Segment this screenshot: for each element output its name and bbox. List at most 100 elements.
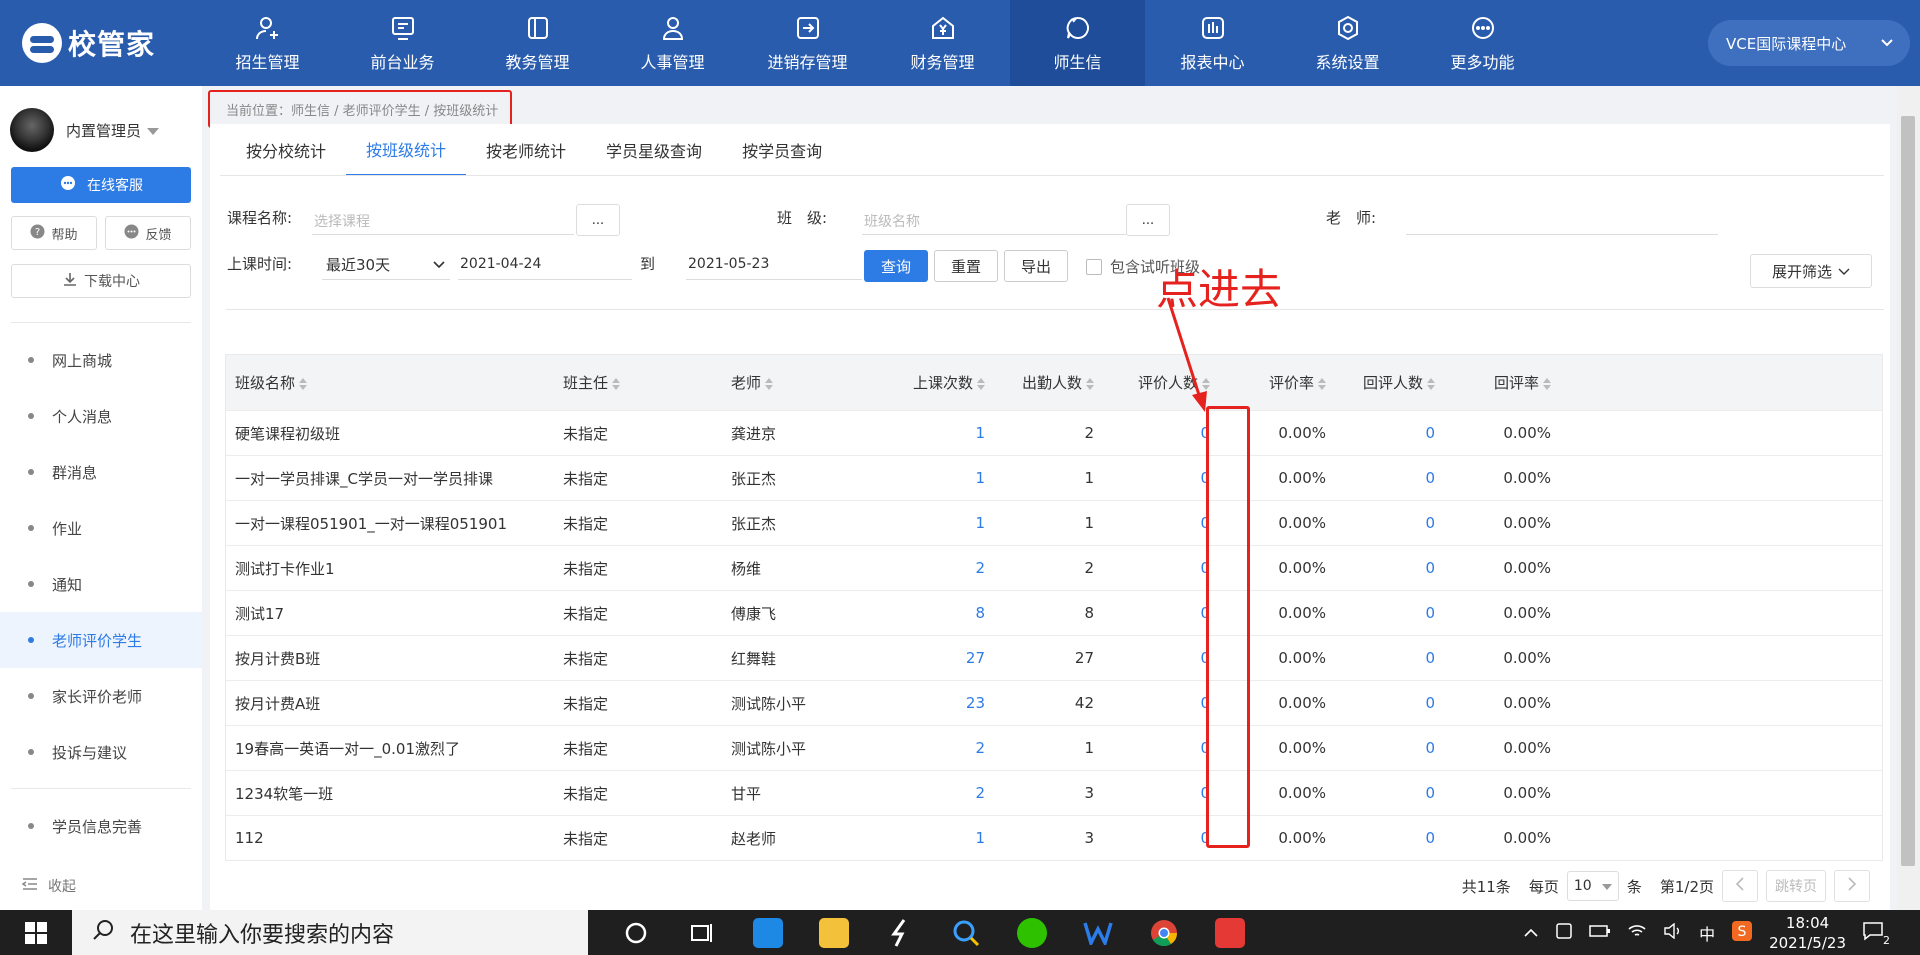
- course-picker-button[interactable]: ...: [576, 204, 620, 236]
- table-cell[interactable]: 1: [871, 469, 985, 487]
- reset-button[interactable]: 重置: [934, 250, 998, 282]
- battery-icon[interactable]: [1589, 923, 1611, 942]
- table-cell[interactable]: 0: [1326, 694, 1435, 712]
- date-to-input[interactable]: 2021-05-23: [686, 250, 862, 280]
- page-scrollbar[interactable]: [1897, 86, 1920, 910]
- table-cell[interactable]: 0: [1094, 694, 1210, 712]
- sidebar-item-complaints[interactable]: 投诉与建议: [0, 724, 202, 780]
- time-range-select[interactable]: 最近30天: [322, 250, 450, 280]
- mail-app-icon[interactable]: [744, 910, 792, 955]
- sidebar-item-group-messages[interactable]: 群消息: [0, 444, 202, 500]
- table-cell[interactable]: 2: [871, 784, 985, 802]
- table-cell[interactable]: 0: [1094, 604, 1210, 622]
- nav-item-inventory[interactable]: 进销存管理: [740, 0, 875, 86]
- page-size-select[interactable]: 10: [1566, 871, 1619, 901]
- collapse-sidebar-button[interactable]: 收起: [21, 876, 76, 896]
- prev-page-button[interactable]: [1722, 870, 1758, 902]
- chrome-icon[interactable]: [1140, 910, 1188, 955]
- nav-item-more[interactable]: 更多功能: [1415, 0, 1550, 86]
- nav-item-finance[interactable]: 财务管理: [875, 0, 1010, 86]
- table-cell[interactable]: 0: [1094, 424, 1210, 442]
- table-cell[interactable]: 0: [1326, 514, 1435, 532]
- teacher-input[interactable]: [1406, 205, 1718, 235]
- sidebar-item-mall[interactable]: 网上商城: [0, 332, 202, 388]
- help-button[interactable]: ? 帮助: [11, 216, 97, 250]
- tray-app-icon[interactable]: [1555, 922, 1573, 944]
- header-class-name[interactable]: 班级名称: [226, 372, 563, 393]
- table-cell[interactable]: 0: [1094, 514, 1210, 532]
- wechat-icon[interactable]: [1008, 910, 1056, 955]
- tab-by-student[interactable]: 按学员查询: [722, 124, 842, 176]
- table-cell[interactable]: 0: [1326, 649, 1435, 667]
- sidebar-item-personal-messages[interactable]: 个人消息: [0, 388, 202, 444]
- file-explorer-icon[interactable]: [810, 910, 858, 955]
- header-evaluation-rate[interactable]: 评价率: [1210, 372, 1326, 393]
- table-cell[interactable]: 1: [871, 829, 985, 847]
- table-cell[interactable]: 0: [1326, 604, 1435, 622]
- nav-item-hr[interactable]: 人事管理: [605, 0, 740, 86]
- sidebar-item-student-info[interactable]: 学员信息完善: [0, 798, 202, 854]
- table-cell[interactable]: 0: [1094, 784, 1210, 802]
- nav-item-reports[interactable]: 报表中心: [1145, 0, 1280, 86]
- wps-office-icon[interactable]: [1206, 910, 1254, 955]
- checkbox-box[interactable]: [1086, 258, 1102, 275]
- table-cell[interactable]: 2: [871, 559, 985, 577]
- notification-center-icon[interactable]: 2: [1862, 921, 1890, 947]
- taskbar-search-input[interactable]: 在这里输入你要搜索的内容: [72, 910, 588, 955]
- table-cell[interactable]: 0: [1326, 559, 1435, 577]
- app-s-icon[interactable]: [876, 910, 924, 955]
- table-cell[interactable]: 0: [1326, 829, 1435, 847]
- table-cell[interactable]: 27: [871, 649, 985, 667]
- header-lesson-count[interactable]: 上课次数: [871, 372, 985, 393]
- table-cell[interactable]: 0: [1326, 469, 1435, 487]
- scrollbar-thumb[interactable]: [1901, 116, 1915, 866]
- header-head-teacher[interactable]: 班主任: [563, 372, 731, 393]
- table-cell[interactable]: 23: [871, 694, 985, 712]
- table-cell[interactable]: 8: [871, 604, 985, 622]
- class-picker-button[interactable]: ...: [1126, 204, 1170, 236]
- header-attendance[interactable]: 出勤人数: [985, 372, 1094, 393]
- table-cell[interactable]: 0: [1326, 424, 1435, 442]
- table-cell[interactable]: 0: [1094, 829, 1210, 847]
- sidebar-item-notices[interactable]: 通知: [0, 556, 202, 612]
- sidebar-item-teacher-evaluates-student[interactable]: 老师评价学生: [0, 612, 202, 668]
- sidebar-item-parent-evaluates-teacher[interactable]: 家长评价老师: [0, 668, 202, 724]
- user-menu[interactable]: 内置管理员: [10, 108, 160, 152]
- app-logo[interactable]: 校管家: [22, 22, 155, 64]
- task-view-icon[interactable]: [678, 910, 726, 955]
- tab-by-campus[interactable]: 按分校统计: [226, 124, 346, 176]
- jump-page-input[interactable]: 跳转页: [1766, 870, 1826, 902]
- system-clock[interactable]: 18:04 2021/5/23: [1769, 913, 1846, 953]
- online-service-button[interactable]: 在线客服: [11, 167, 191, 203]
- export-button[interactable]: 导出: [1004, 250, 1068, 282]
- nav-item-academic[interactable]: 教务管理: [470, 0, 605, 86]
- sidebar-item-homework[interactable]: 作业: [0, 500, 202, 556]
- wps-writer-icon[interactable]: [1074, 910, 1122, 955]
- header-teacher[interactable]: 老师: [731, 372, 871, 393]
- ime-indicator[interactable]: 中: [1699, 921, 1715, 945]
- next-page-button[interactable]: [1834, 870, 1870, 902]
- nav-item-front-desk[interactable]: 前台业务: [335, 0, 470, 86]
- windows-start-icon[interactable]: [0, 910, 72, 955]
- volume-icon[interactable]: [1663, 922, 1683, 943]
- table-cell[interactable]: 1: [871, 514, 985, 532]
- table-cell[interactable]: 0: [1094, 649, 1210, 667]
- table-cell[interactable]: 0: [1326, 739, 1435, 757]
- header-evaluated-count[interactable]: 评价人数: [1094, 372, 1210, 393]
- query-button[interactable]: 查询: [864, 250, 928, 282]
- header-reply-rate[interactable]: 回评率: [1435, 372, 1551, 393]
- tab-by-class[interactable]: 按班级统计: [346, 124, 467, 176]
- date-from-input[interactable]: 2021-04-24: [458, 250, 632, 280]
- search-app-icon[interactable]: [942, 910, 990, 955]
- cortana-icon[interactable]: [612, 910, 660, 955]
- tab-by-teacher[interactable]: 按老师统计: [466, 124, 586, 176]
- expand-filters-button[interactable]: 展开筛选: [1750, 254, 1872, 288]
- campus-selector[interactable]: VCE国际课程中心: [1708, 20, 1910, 66]
- table-cell[interactable]: 0: [1094, 559, 1210, 577]
- sogou-ime-icon[interactable]: S: [1731, 920, 1753, 946]
- table-cell[interactable]: 1: [871, 424, 985, 442]
- nav-item-settings[interactable]: 系统设置: [1280, 0, 1415, 86]
- nav-item-teacher-student[interactable]: 师生信: [1010, 0, 1145, 86]
- course-input[interactable]: 选择课程: [312, 205, 574, 235]
- tab-student-stars[interactable]: 学员星级查询: [586, 124, 722, 176]
